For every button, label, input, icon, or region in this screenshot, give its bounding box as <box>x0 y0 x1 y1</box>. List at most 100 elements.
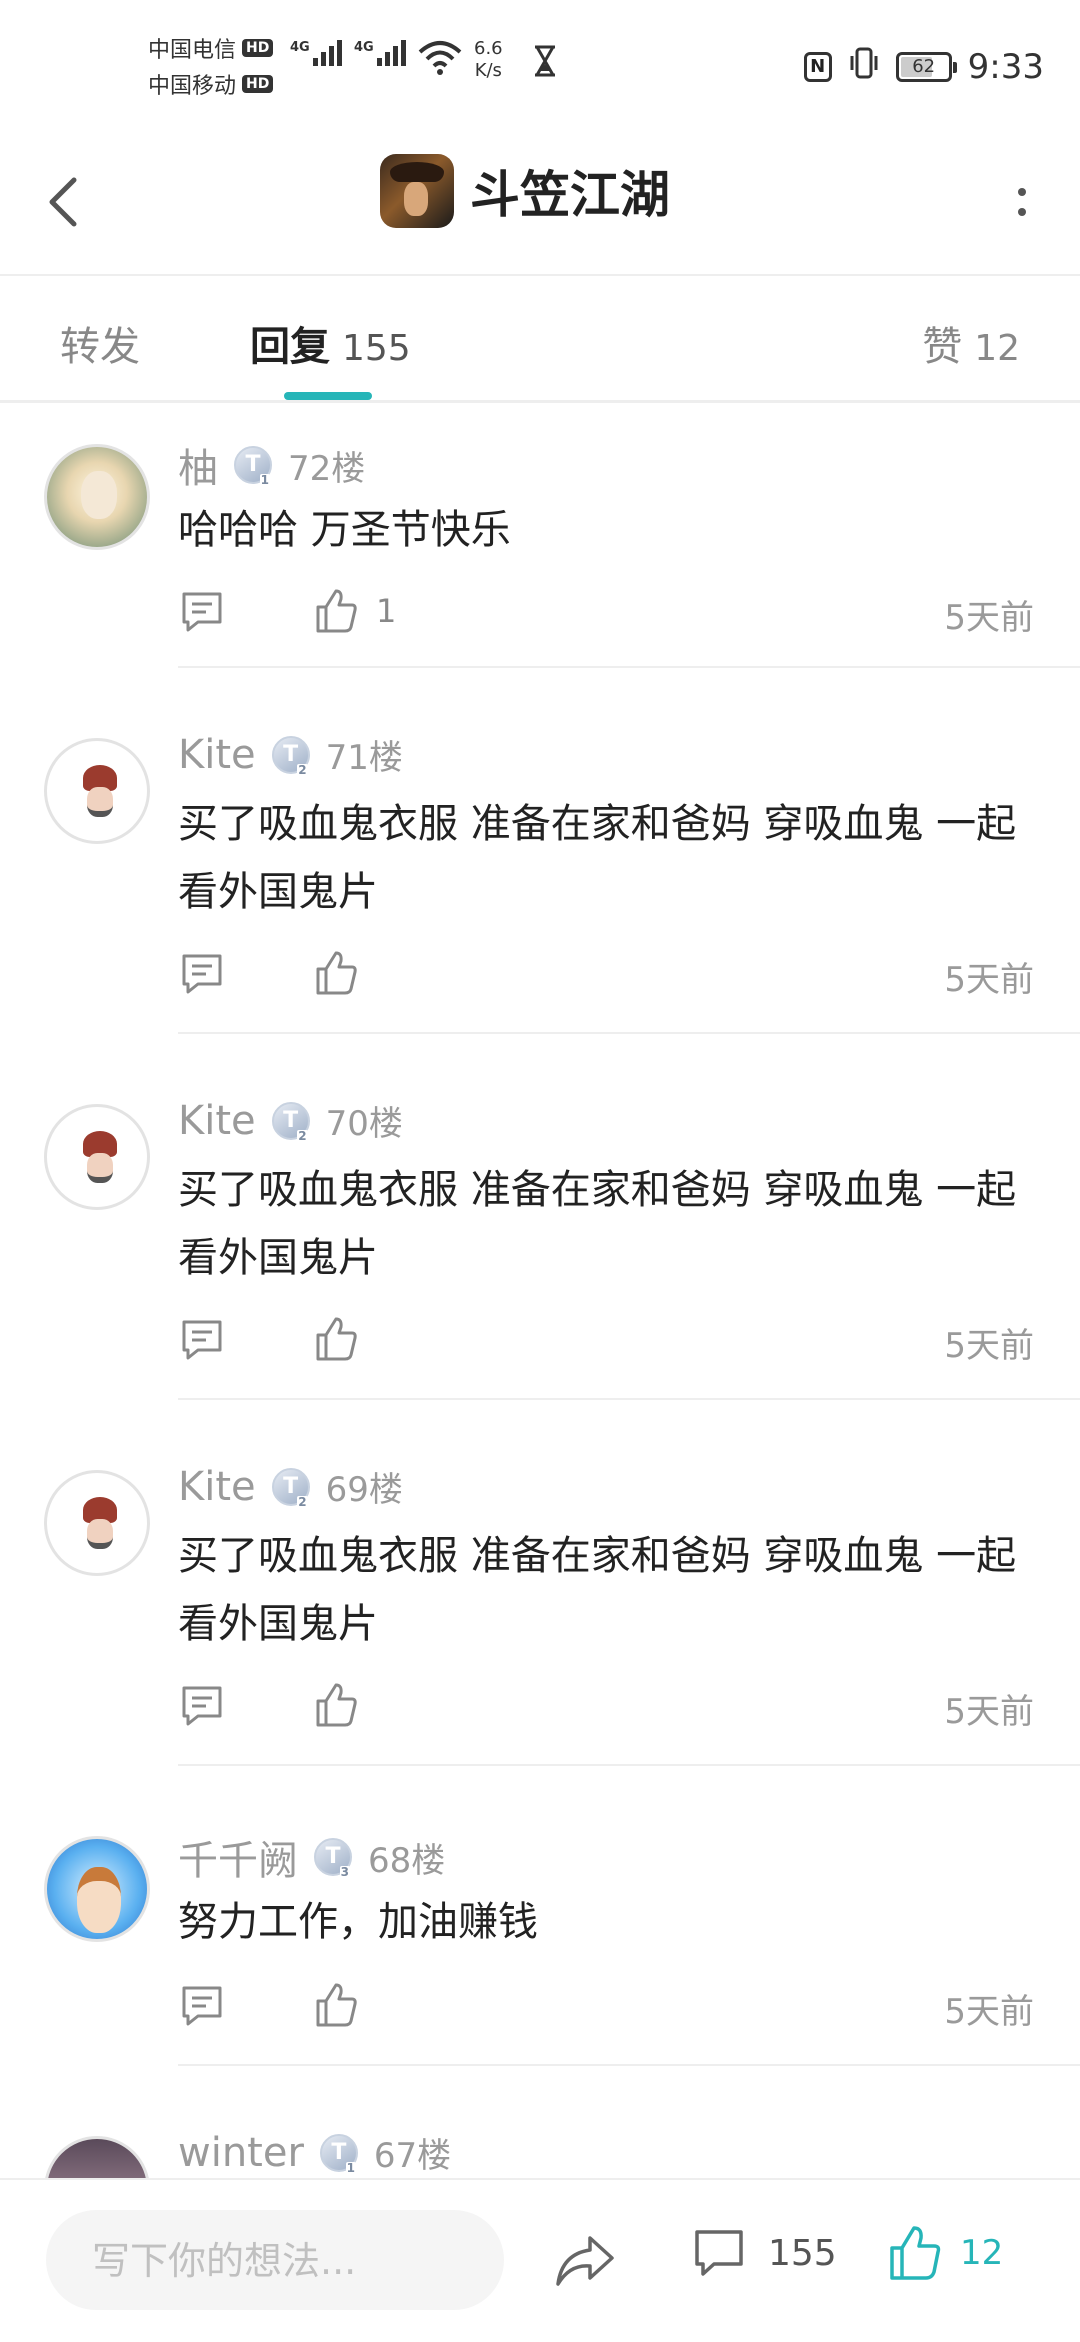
share-button[interactable] <box>554 2232 616 2290</box>
like-count: 1 <box>376 592 397 630</box>
tab-forward-label: 转发 <box>60 324 140 370</box>
divider <box>178 666 1080 668</box>
avatar[interactable] <box>44 1104 150 1210</box>
level-badge-icon: T1 <box>319 2133 358 2174</box>
username[interactable]: winter <box>178 2130 304 2176</box>
share-icon <box>556 2236 614 2286</box>
comment-header: 柚 T1 72楼 <box>178 436 365 494</box>
level-badge-icon: T1 <box>234 446 272 486</box>
level-badge-icon: T2 <box>271 735 310 776</box>
comment-icon <box>182 954 222 994</box>
like-button[interactable] <box>314 1314 376 1364</box>
chevron-left-icon <box>49 177 77 227</box>
comment-actions: 1 5天前 <box>178 582 1034 638</box>
username[interactable]: Kite <box>178 732 256 778</box>
avatar[interactable] <box>44 738 150 844</box>
like-button[interactable]: 1 <box>314 586 396 636</box>
comment-header: Kite T2 69楼 <box>178 1462 403 1511</box>
floor-number: 69楼 <box>325 1470 403 1510</box>
game-icon[interactable] <box>380 154 454 228</box>
thumbs-up-icon <box>316 1317 357 1361</box>
floor-number: 70楼 <box>325 1104 403 1144</box>
more-dot-icon <box>1018 208 1026 216</box>
username[interactable]: Kite <box>178 1464 256 1510</box>
like-button[interactable] <box>314 948 376 998</box>
signal-icon-2: 4G <box>354 40 406 66</box>
level-badge-icon: T2 <box>271 1101 310 1142</box>
carrier-1: 中国电信 HD <box>148 32 274 64</box>
reply-button[interactable] <box>178 1682 226 1730</box>
reply-button[interactable] <box>178 1982 226 2030</box>
tab-reply-label: 回复 <box>250 324 330 370</box>
comment-input[interactable] <box>90 2210 494 2312</box>
comment-icon <box>182 592 222 632</box>
like-count-button[interactable]: 12 <box>888 2224 1003 2282</box>
reply-button[interactable] <box>178 588 226 636</box>
username[interactable]: Kite <box>178 1098 256 1144</box>
comment-actions: 5天前 <box>178 1676 1034 1732</box>
avatar[interactable] <box>44 1470 150 1576</box>
like-count: 12 <box>960 2233 1004 2273</box>
like-button[interactable] <box>314 1980 376 2030</box>
page-title: 斗笠江湖 <box>470 166 670 224</box>
network-type-2: 4G <box>354 40 374 55</box>
app-header: 斗笠江湖 <box>0 130 1080 276</box>
comment-icon <box>182 1320 222 1360</box>
more-options-button[interactable] <box>1004 170 1040 234</box>
tab-reply[interactable]: 回复 155 <box>250 314 411 372</box>
comment-text: 哈哈哈 万圣节快乐 <box>178 507 511 553</box>
divider <box>178 1398 1080 1400</box>
network-type-1: 4G <box>290 40 310 55</box>
tab-like-count: 12 <box>974 328 1020 369</box>
thumbs-up-icon <box>316 589 357 633</box>
comment-input-box[interactable] <box>46 2210 504 2312</box>
comment-count: 155 <box>768 2232 837 2274</box>
level-badge-icon: T2 <box>271 1467 310 1508</box>
reply-button[interactable] <box>178 1316 226 1364</box>
floor-number: 68楼 <box>368 1840 446 1881</box>
avatar[interactable] <box>44 1836 150 1942</box>
speed-unit: K/s <box>474 60 502 81</box>
floor-number: 67楼 <box>373 2136 452 2176</box>
back-button[interactable] <box>40 166 100 238</box>
thumbs-up-icon <box>316 1683 357 1727</box>
speed-value: 6.6 <box>474 38 503 59</box>
hd-badge-1: HD <box>242 39 274 57</box>
comment-actions: 5天前 <box>178 944 1034 1000</box>
clock: 9:33 <box>967 46 1044 87</box>
comment-actions: 5天前 <box>178 1310 1034 1366</box>
floor-number: 71楼 <box>325 738 403 778</box>
tab-forward[interactable]: 转发 <box>60 314 140 372</box>
comment-icon <box>182 1686 222 1726</box>
username[interactable]: 千千阙 <box>178 1828 298 1886</box>
comment-icon <box>695 2230 743 2276</box>
username[interactable]: 柚 <box>178 436 218 494</box>
level-badge-icon: T3 <box>314 1838 352 1878</box>
tab-active-indicator <box>284 392 372 400</box>
tab-like-label: 赞 <box>922 324 963 370</box>
comment-header: Kite T2 71楼 <box>178 730 403 779</box>
vibrate-icon <box>848 46 880 87</box>
comment-header: Kite T2 70楼 <box>178 1096 403 1145</box>
comment-text: 买了吸血鬼衣服 准备在家和爸妈 穿吸血鬼 一起看外国鬼片 <box>178 801 1017 915</box>
comment-count-button[interactable]: 155 <box>692 2226 837 2280</box>
wifi-icon <box>418 40 462 80</box>
comment-text: 买了吸血鬼衣服 准备在家和爸妈 穿吸血鬼 一起看外国鬼片 <box>178 1533 1017 1647</box>
thumbs-up-icon <box>316 951 357 995</box>
title-group[interactable]: 斗笠江湖 <box>380 154 670 228</box>
tab-reply-count: 155 <box>342 328 411 369</box>
timestamp: 5天前 <box>944 1326 1034 1366</box>
avatar[interactable] <box>44 444 150 550</box>
thumbs-up-icon <box>316 1983 357 2027</box>
floor-number: 72楼 <box>288 448 366 489</box>
battery-level: 62 <box>912 55 936 77</box>
reply-button[interactable] <box>178 950 226 998</box>
timestamp: 5天前 <box>944 960 1034 1000</box>
timestamp: 5天前 <box>944 598 1034 638</box>
tab-like[interactable]: 赞 12 <box>922 314 1020 372</box>
carrier-2: 中国移动 HD <box>148 68 274 100</box>
carrier-1-name: 中国电信 <box>148 38 237 63</box>
carrier-2-name: 中国移动 <box>148 74 237 99</box>
like-button[interactable] <box>314 1680 376 1730</box>
timestamp: 5天前 <box>944 1992 1034 2032</box>
